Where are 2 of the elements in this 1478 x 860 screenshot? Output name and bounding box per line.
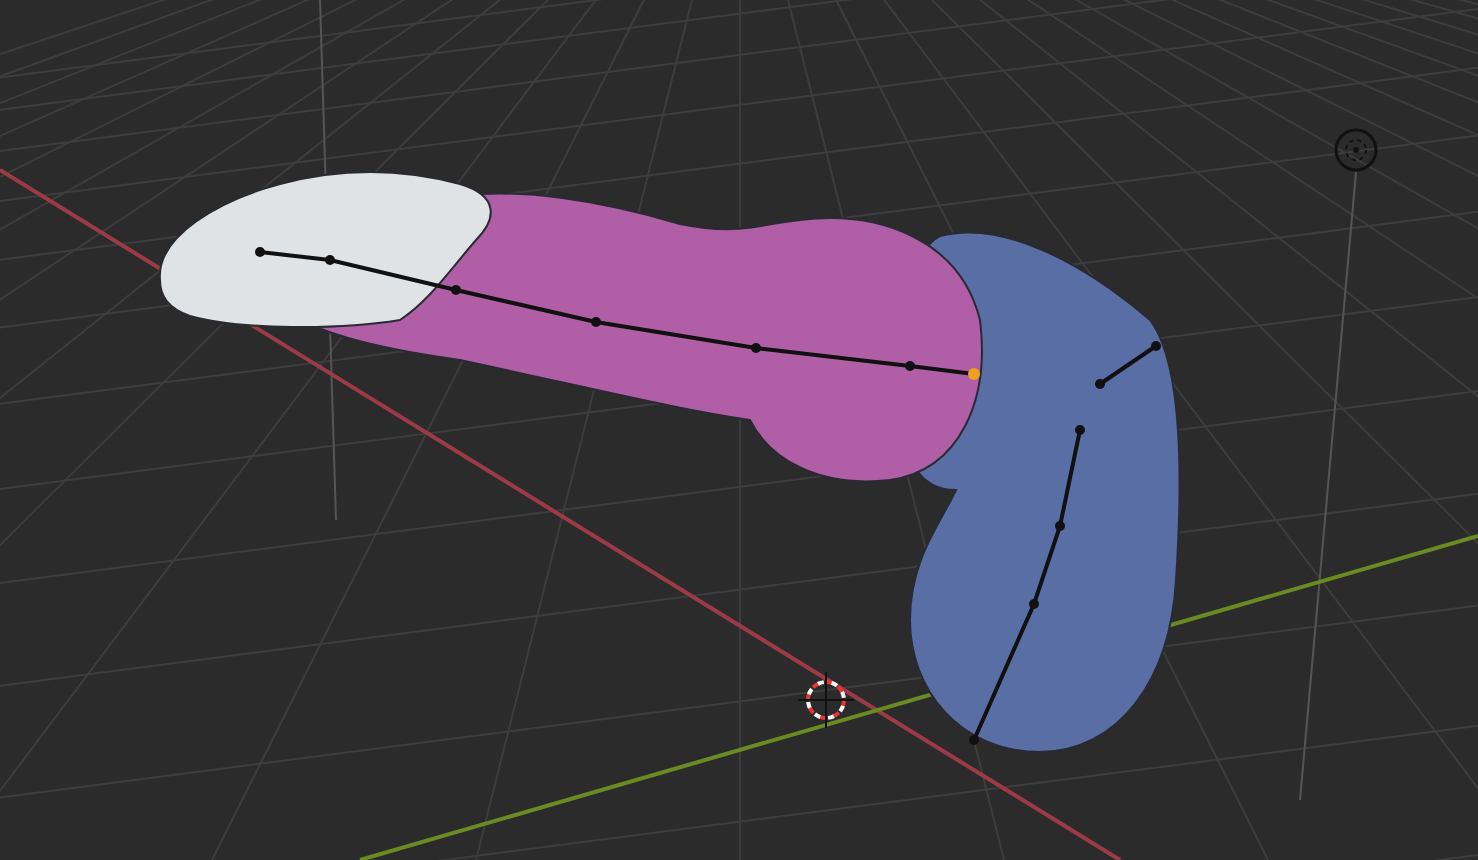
rigged-model-drawing[interactable] — [0, 168, 1478, 860]
3d-cursor-icon[interactable] — [797, 671, 855, 729]
